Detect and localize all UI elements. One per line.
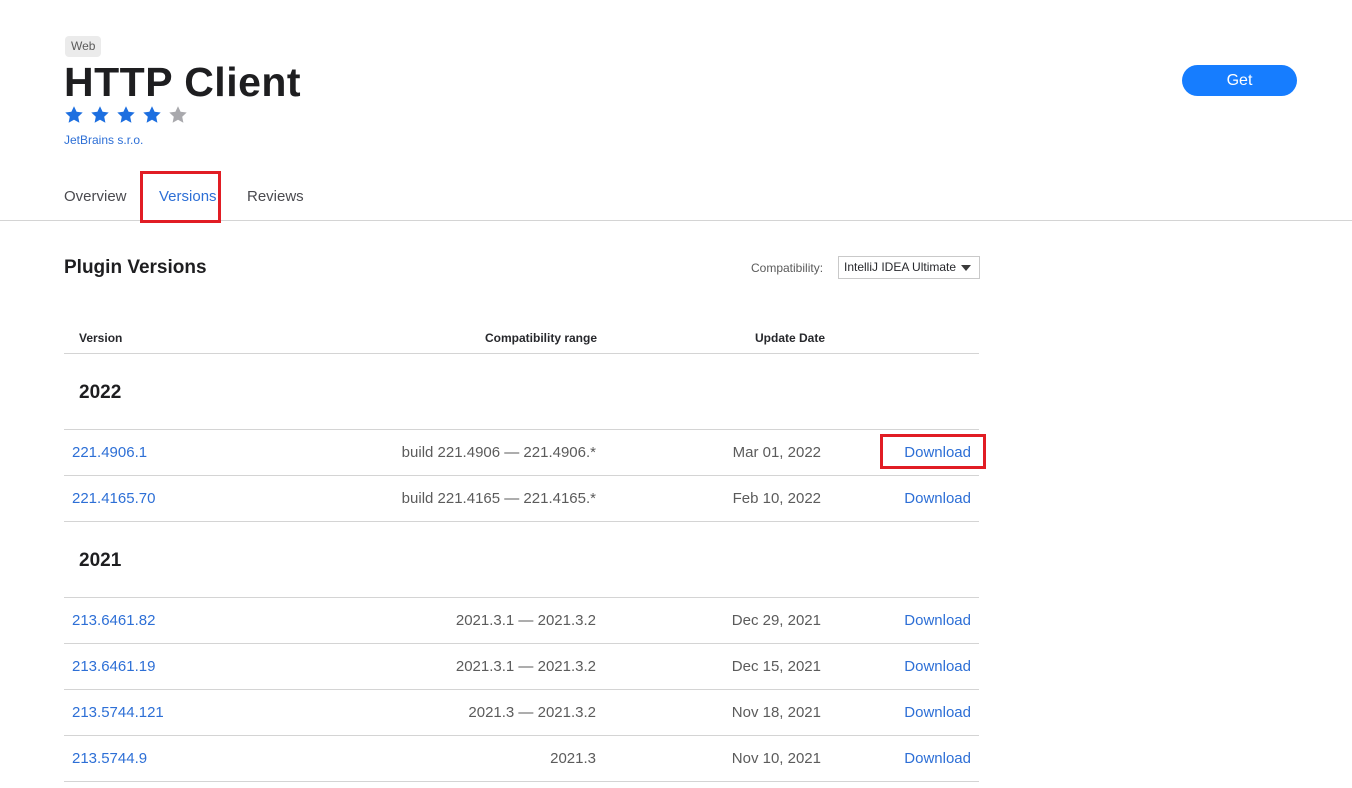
update-date: Mar 01, 2022	[732, 444, 821, 461]
download-link[interactable]: Download	[904, 750, 971, 767]
table-row: 221.4165.70 build 221.4165 — 221.4165.* …	[64, 475, 979, 521]
download-link[interactable]: Download	[904, 444, 971, 461]
star-icon	[116, 105, 136, 125]
column-header-date: Update Date	[755, 331, 826, 345]
section-title: Plugin Versions	[64, 257, 207, 278]
update-date: Nov 10, 2021	[731, 750, 821, 767]
compat-range: 2021.3.1 — 2021.3.2	[455, 612, 596, 629]
version-link[interactable]: 213.6461.19	[72, 658, 155, 675]
star-icon	[64, 105, 84, 125]
version-link[interactable]: 221.4906.1	[72, 444, 147, 461]
download-link[interactable]: Download	[904, 704, 971, 721]
update-date: Dec 29, 2021	[731, 612, 821, 629]
compat-range: 2021.3.1 — 2021.3.2	[455, 658, 596, 675]
tab-reviews[interactable]: Reviews	[247, 188, 304, 205]
tab-overview[interactable]: Overview	[64, 188, 127, 205]
get-button[interactable]: Get	[1182, 65, 1297, 96]
plugin-title: HTTP Client	[64, 59, 302, 105]
year-heading: 2022	[79, 382, 122, 403]
version-link[interactable]: 213.6461.82	[72, 612, 155, 629]
column-header-range: Compatibility range	[485, 331, 598, 345]
compat-range: build 221.4165 — 221.4165.*	[401, 490, 596, 507]
compat-range: 2021.3	[550, 750, 596, 767]
vendor-link[interactable]: JetBrains s.r.o.	[64, 133, 143, 147]
table-row: 221.4906.1 build 221.4906 — 221.4906.* M…	[64, 429, 979, 475]
star-icon	[90, 105, 110, 125]
tab-bar: Overview Versions Reviews	[0, 170, 1352, 221]
download-link[interactable]: Download	[904, 612, 971, 629]
version-link[interactable]: 221.4165.70	[72, 490, 155, 507]
compat-range: 2021.3 — 2021.3.2	[468, 704, 596, 721]
download-link[interactable]: Download	[904, 658, 971, 675]
compatibility-label: Compatibility:	[751, 261, 824, 275]
star-icon	[168, 105, 188, 125]
update-date: Dec 15, 2021	[731, 658, 821, 675]
tab-versions[interactable]: Versions	[159, 188, 217, 205]
divider	[64, 521, 979, 522]
caret-down-icon	[961, 265, 971, 271]
table-row: 213.6461.82 2021.3.1 — 2021.3.2 Dec 29, …	[64, 597, 979, 643]
divider	[64, 781, 979, 782]
download-link[interactable]: Download	[904, 490, 971, 507]
star-icon	[142, 105, 162, 125]
compatibility-selected-value: IntelliJ IDEA Ultimate	[844, 260, 957, 274]
column-header-version: Version	[79, 331, 123, 345]
category-tag: Web	[65, 36, 102, 57]
rating-stars	[64, 105, 188, 125]
update-date: Feb 10, 2022	[732, 490, 821, 507]
compatibility-select[interactable]: IntelliJ IDEA Ultimate	[838, 256, 980, 279]
table-row: 213.6461.19 2021.3.1 — 2021.3.2 Dec 15, …	[64, 643, 979, 689]
table-row: 213.5744.121 2021.3 — 2021.3.2 Nov 18, 2…	[64, 689, 979, 735]
year-heading: 2021	[79, 550, 122, 571]
compat-range: build 221.4906 — 221.4906.*	[401, 444, 596, 461]
update-date: Nov 18, 2021	[731, 704, 821, 721]
table-row: 213.5744.9 2021.3 Nov 10, 2021 Download	[64, 735, 979, 781]
version-link[interactable]: 213.5744.9	[72, 750, 147, 767]
divider	[64, 353, 979, 354]
version-link[interactable]: 213.5744.121	[72, 704, 164, 721]
